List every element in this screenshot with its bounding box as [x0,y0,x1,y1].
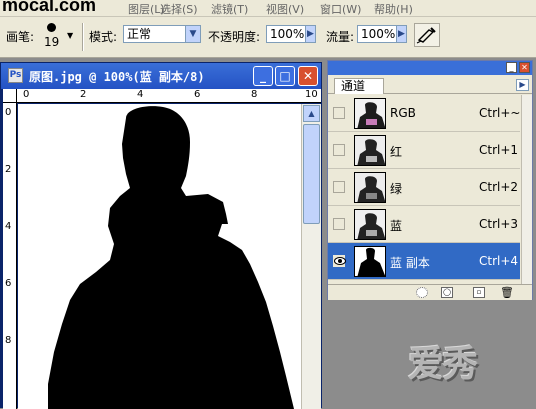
channel-name: 绿 [390,182,403,196]
flow-label: 流量: [326,30,355,44]
tab-channels[interactable]: 通道 [334,78,384,94]
channel-row-blue[interactable]: 蓝 Ctrl+3 [328,206,520,243]
channel-name: 蓝 副本 [390,256,430,270]
menu-bar: 图层(L) 选择(S) 滤镜(T) 视图(V) 窗口(W) 帮助(H) moca… [0,0,536,17]
chevron-up-icon: ▲ [308,109,315,118]
chevron-right-icon: ▶ [519,80,526,89]
close-icon: ✕ [302,69,314,83]
save-selection-icon[interactable]: ◯ [441,287,453,298]
visibility-toggle[interactable] [333,218,345,230]
scroll-up-button[interactable]: ▲ [303,105,320,122]
channel-thumbnail [354,172,386,203]
minimize-button[interactable]: _ [253,66,273,86]
chevron-down-icon: ▼ [185,26,200,42]
photoshop-document-icon: Ps [8,68,23,83]
chevron-right-icon: ▶ [305,26,315,42]
chevron-down-icon: ▼ [67,31,74,40]
scroll-thumb[interactable] [303,124,320,224]
brush-preset-picker[interactable]: 19 ▼ [40,21,78,51]
channel-row-green[interactable]: 绿 Ctrl+2 [328,169,520,206]
ruler-label: 6 [194,89,201,100]
visibility-toggle[interactable] [333,181,345,193]
channel-shortcut: Ctrl+3 [479,217,519,231]
delete-channel-icon[interactable]: 🗑 [500,287,514,298]
mode-select[interactable]: 正常 ▼ [123,25,201,43]
channel-shortcut: Ctrl+~ [479,106,521,120]
document-window: Ps 原图.jpg @ 100%(蓝 副本/8) _ □ ✕ 0 2 4 6 8… [0,62,322,409]
mode-value: 正常 [127,27,152,41]
document-title-bar[interactable]: Ps 原图.jpg @ 100%(蓝 副本/8) _ □ ✕ [1,63,321,89]
channel-name: 蓝 [390,219,403,233]
load-selection-icon[interactable] [416,287,428,298]
maximize-button[interactable]: □ [275,66,295,86]
opacity-label: 不透明度: [208,30,261,44]
ruler-label: 2 [80,89,87,100]
channel-shortcut: Ctrl+2 [479,180,519,194]
menu-filter[interactable]: 滤镜(T) [211,1,248,17]
ruler-label: 8 [5,335,12,346]
channel-name: RGB [390,106,416,120]
channel-thumbnail [354,98,386,129]
brush-size: 19 [44,35,60,49]
brush-tip-icon [47,23,56,32]
panel-menu-button[interactable]: ▶ [516,79,529,91]
ruler-label: 0 [5,107,12,118]
ruler-corner [3,89,17,103]
channel-thumbnail [354,135,386,166]
channel-shortcut: Ctrl+1 [479,143,519,157]
maximize-icon: □ [279,69,291,83]
channel-row-red[interactable]: 红 Ctrl+1 [328,132,520,169]
ruler-label: 6 [5,278,12,289]
ruler-label: 2 [5,164,12,175]
airbrush-icon [416,27,436,44]
vertical-scrollbar[interactable]: ▲ [301,104,321,409]
mode-label: 模式: [89,30,118,44]
panel-close-button[interactable]: ✕ [519,62,530,73]
ruler-label: 4 [5,221,12,232]
panel-footer: ◯ ▫ 🗑 [328,284,532,300]
menu-help[interactable]: 帮助(H) [374,1,413,17]
panel-scrollbar[interactable] [521,95,532,284]
channel-thumbnail [354,246,386,277]
channels-panel: _ ✕ 通道 ▶ RGB Ctrl+~ 红 Ctrl+1 绿 Ctrl+2 蓝 [327,60,533,300]
vertical-ruler: 0 2 4 6 8 [3,103,17,409]
channel-row-blue-copy[interactable]: 蓝 副本 Ctrl+4 [328,243,520,280]
flow-input[interactable]: 100% ▶ [357,25,407,43]
watermark: 爱秀 [408,344,478,385]
channel-row-rgb[interactable]: RGB Ctrl+~ [328,95,520,132]
flow-value: 100% [361,27,396,41]
channel-name: 红 [390,145,403,159]
new-channel-icon[interactable]: ▫ [473,287,485,298]
airbrush-button[interactable] [414,23,440,47]
eye-icon[interactable] [333,255,346,267]
ruler-label: 8 [251,89,258,100]
options-bar: 画笔: 19 ▼ 模式: 正常 ▼ 不透明度: 100% ▶ 流量: 100% … [0,17,536,58]
ruler-label: 10 [305,89,318,100]
panel-minimize-button[interactable]: _ [506,62,517,73]
menu-select[interactable]: 选择(S) [160,1,198,17]
menu-window[interactable]: 窗口(W) [320,1,361,17]
image-canvas[interactable] [18,104,301,409]
visibility-toggle[interactable] [333,144,345,156]
ruler-label: 4 [137,89,144,100]
horizontal-ruler: 0 2 4 6 8 10 [17,89,321,103]
channel-thumbnail [354,209,386,240]
opacity-value: 100% [270,27,305,41]
opacity-input[interactable]: 100% ▶ [266,25,316,43]
site-logo: mocal.com [0,0,99,15]
menu-view[interactable]: 视图(V) [266,1,304,17]
panel-tabs: 通道 ▶ [328,76,532,94]
close-button[interactable]: ✕ [298,66,318,86]
separator [82,23,84,51]
ruler-label: 0 [23,89,30,100]
panel-title-bar[interactable]: _ ✕ [328,61,532,75]
document-title: 原图.jpg @ 100%(蓝 副本/8) [29,70,205,84]
visibility-toggle[interactable] [333,107,345,119]
silhouette-image [48,106,294,409]
brush-label: 画笔: [6,30,35,44]
minimize-icon: _ [260,69,266,83]
chevron-right-icon: ▶ [396,26,406,42]
channel-shortcut: Ctrl+4 [479,254,519,268]
